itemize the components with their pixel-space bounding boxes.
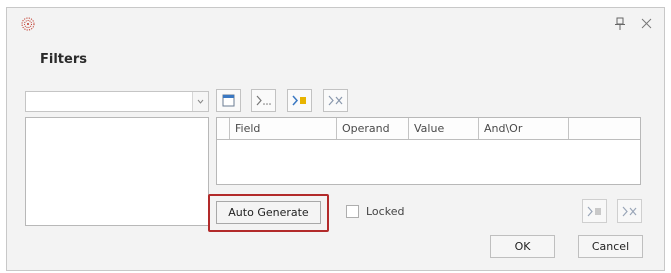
column-header-extra[interactable] [569,118,640,139]
grid-header: Field Operand Value And\Or [217,118,640,140]
column-header-value[interactable]: Value [409,118,479,139]
chevron-down-icon [197,99,204,104]
auto-generate-button[interactable]: Auto Generate [216,201,321,224]
grid-indicator-header [217,118,230,139]
add-condition-icon [256,95,271,106]
locked-label: Locked [366,205,405,218]
insert-condition-button[interactable] [287,89,312,112]
locked-checkbox[interactable] [346,205,359,218]
new-filter-icon [222,94,235,107]
column-header-operand[interactable]: Operand [337,118,409,139]
column-header-field[interactable]: Field [230,118,337,139]
ok-button[interactable]: OK [490,235,555,258]
filter-list[interactable] [25,117,209,226]
remove-row-button[interactable] [617,199,642,223]
close-icon[interactable] [641,18,652,29]
insert-condition-icon [291,95,306,106]
add-condition-button[interactable] [251,89,276,112]
new-filter-button[interactable] [216,89,241,112]
delete-condition-button[interactable] [323,89,348,112]
cancel-button[interactable]: Cancel [578,235,643,258]
conditions-grid[interactable]: Field Operand Value And\Or [216,117,641,185]
pin-icon[interactable] [614,17,626,31]
delete-condition-icon [328,95,342,106]
column-header-and-or[interactable]: And\Or [479,118,569,139]
title-bar [7,8,664,34]
dropdown-arrow[interactable] [192,92,208,111]
insert-row-button[interactable] [582,199,607,223]
app-icon [21,17,35,31]
remove-row-icon [622,206,636,216]
insert-row-icon [587,206,601,216]
filter-select[interactable] [25,91,209,112]
page-title: Filters [40,52,87,67]
